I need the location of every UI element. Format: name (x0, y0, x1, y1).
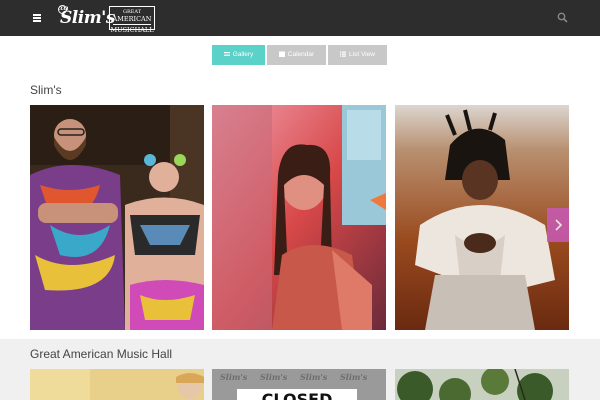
carousel-next-button[interactable] (547, 208, 569, 242)
event-image (212, 105, 386, 330)
slims-logo-text: Slim's (60, 8, 115, 28)
event-image (395, 105, 569, 330)
gallery-icon (223, 52, 230, 56)
list-view-button[interactable]: List View (328, 45, 387, 65)
event-image (395, 369, 569, 400)
calendar-icon (278, 51, 285, 57)
calendar-view-button[interactable]: Calendar (267, 45, 326, 65)
section-title-gamh: Great American Music Hall (30, 347, 173, 361)
event-image (30, 369, 204, 400)
section-title-slims: Slim's (30, 83, 62, 97)
slims-logo[interactable]: 333 Slim's (56, 5, 115, 30)
event-tile[interactable]: Slim's Slim's Slim's Slim's CLOSED (212, 369, 386, 400)
list-icon (340, 51, 347, 57)
search-icon[interactable] (557, 12, 568, 23)
gamh-logo-line3: MUSICHALL (110, 26, 154, 34)
event-tile[interactable] (395, 369, 569, 400)
menu-icon[interactable] (33, 14, 41, 22)
gamh-logo-line2: AMERICAN (112, 15, 152, 23)
event-tile[interactable] (30, 369, 204, 400)
logo-ring: 333 (58, 5, 68, 14)
closed-overlay-text: CLOSED (262, 390, 333, 400)
pattern-text: Slim's (220, 372, 248, 382)
pattern-text: Slim's (260, 372, 288, 382)
chevron-right-icon (555, 219, 563, 231)
event-tile[interactable] (30, 105, 204, 330)
event-tile[interactable] (212, 105, 386, 330)
gamh-logo[interactable]: GREAT AMERICAN MUSICHALL (109, 6, 155, 34)
gallery-view-button[interactable]: Gallery (212, 45, 265, 65)
gallery-view-label: Gallery (232, 51, 254, 58)
calendar-view-label: Calendar (287, 51, 315, 58)
pattern-text: Slim's (300, 372, 328, 382)
list-view-label: List View (349, 51, 375, 58)
top-nav-bar: 333 Slim's GREAT AMERICAN MUSICHALL (0, 0, 600, 36)
pattern-text: Slim's (340, 372, 368, 382)
event-image (30, 105, 204, 330)
logo-divider (113, 24, 151, 25)
event-tile[interactable] (395, 105, 569, 330)
event-image: Slim's Slim's Slim's Slim's CLOSED (212, 369, 386, 400)
